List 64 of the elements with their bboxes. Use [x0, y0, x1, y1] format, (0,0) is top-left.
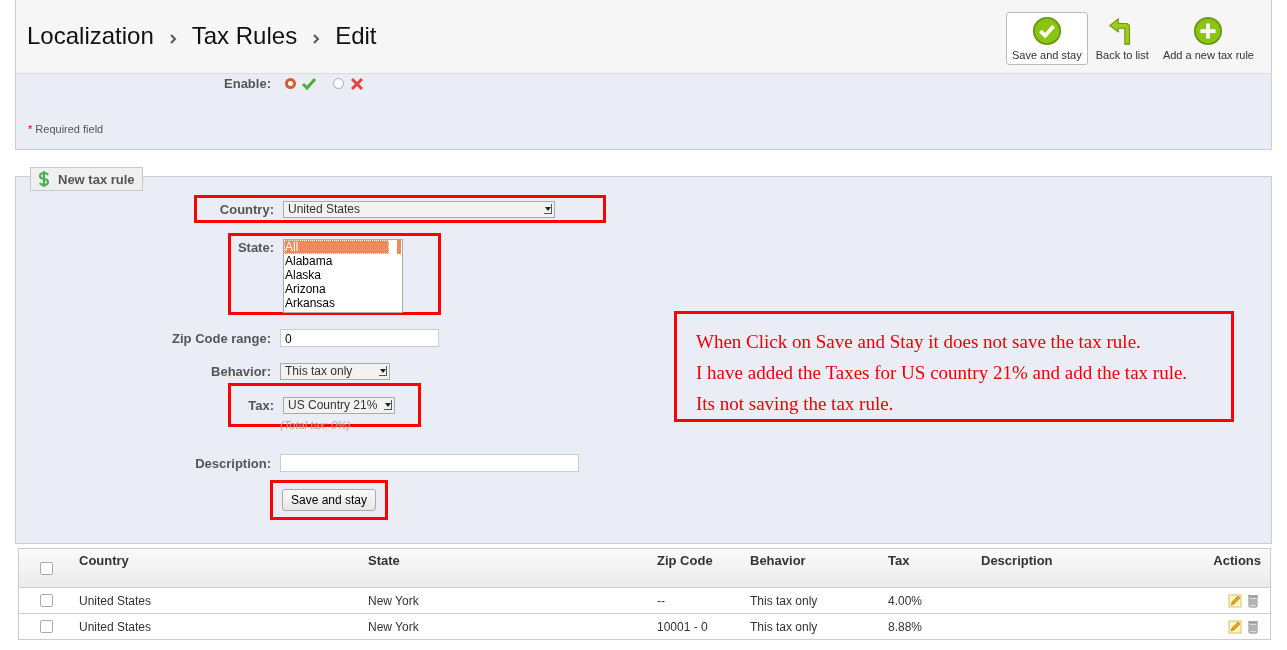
toolbar-button[interactable]: Add a new tax rule [1156, 12, 1260, 65]
field-label: State: [236, 239, 275, 255]
table-cell-text: United States [79, 619, 153, 634]
behavior-select[interactable]: This tax only [280, 363, 390, 380]
breadcrumb-item: Edit [335, 22, 377, 50]
toolbar-button[interactable]: Save and stay [1005, 12, 1088, 65]
pencil-icon[interactable] [1228, 593, 1242, 608]
column-header: State [368, 553, 401, 568]
tax-select[interactable]: US Country 21% [283, 396, 395, 414]
field-label: Behavior: [210, 364, 272, 379]
dollar-icon [38, 170, 50, 188]
breadcrumb-item: Tax Rules [191, 22, 298, 50]
field-label: Description: [194, 455, 272, 471]
note-line: When Click on Save and Stay it does not save the tax rule. [696, 330, 1142, 353]
legend-text: New tax rule [58, 171, 135, 187]
table-cell-text: United States [79, 593, 153, 608]
list-option[interactable]: Alaska [284, 268, 389, 282]
zip-field[interactable]: 0 [280, 329, 439, 347]
table-cell-text: -- [657, 593, 666, 608]
description-field[interactable] [280, 454, 579, 472]
note-line: Its not saving the tax rule. [696, 392, 895, 415]
table-cell-text: This tax only [750, 593, 819, 608]
trash-icon[interactable] [1246, 619, 1260, 634]
radio-button[interactable] [333, 78, 344, 89]
required-note: Required field [35, 123, 104, 135]
plus-circle-icon [1193, 16, 1224, 46]
pencil-icon[interactable] [1228, 619, 1242, 634]
chevron-icon [312, 32, 321, 45]
radio-button[interactable] [285, 78, 296, 89]
column-header: Description [981, 553, 1054, 568]
chevron-icon [168, 32, 177, 45]
field-label: Country: [218, 201, 275, 217]
column-header: Zip Code [657, 553, 714, 568]
table-cell-text: This tax only [750, 619, 819, 634]
table-cell-text: New York [368, 619, 420, 634]
country-select[interactable]: United States [283, 200, 555, 218]
field-label: Zip Code range: [171, 330, 272, 346]
check-icon [302, 76, 316, 91]
list-option[interactable]: Arizona [284, 282, 389, 296]
table-cell-text: 10001 - 0 [657, 619, 709, 634]
save-button[interactable]: Save and stay [281, 489, 377, 511]
trash-icon[interactable] [1246, 593, 1260, 608]
required-mark: * [28, 123, 33, 135]
list-option[interactable]: Alabama [284, 254, 389, 268]
toolbar-button[interactable]: Back to list [1089, 12, 1155, 65]
total-tax-note: (Total tax: 0%) [280, 419, 351, 431]
column-header: Behavior [750, 553, 807, 568]
check-circle-icon [1031, 16, 1062, 46]
field-label: Enable: [223, 76, 272, 91]
column-header: Tax [888, 553, 911, 568]
field-label: Tax: [247, 397, 275, 413]
checkbox[interactable] [40, 594, 53, 607]
checkbox[interactable] [40, 562, 53, 575]
table-cell-text: New York [368, 593, 420, 608]
table-cell-text: 8.88% [888, 619, 924, 634]
state-listbox[interactable]: All Alabama Alaska Arizona Arkansas [283, 239, 403, 313]
table-cell-text: 4.00% [888, 593, 924, 608]
cross-icon [350, 76, 364, 91]
checkbox[interactable] [40, 620, 53, 633]
breadcrumb-item: Localization [27, 22, 154, 50]
note-line: I have added the Taxes for US country 21% and add the tax rule. [696, 361, 1189, 384]
column-header: Actions [1212, 553, 1261, 568]
column-header: Country [79, 553, 130, 568]
list-option[interactable]: Arkansas [284, 296, 389, 310]
